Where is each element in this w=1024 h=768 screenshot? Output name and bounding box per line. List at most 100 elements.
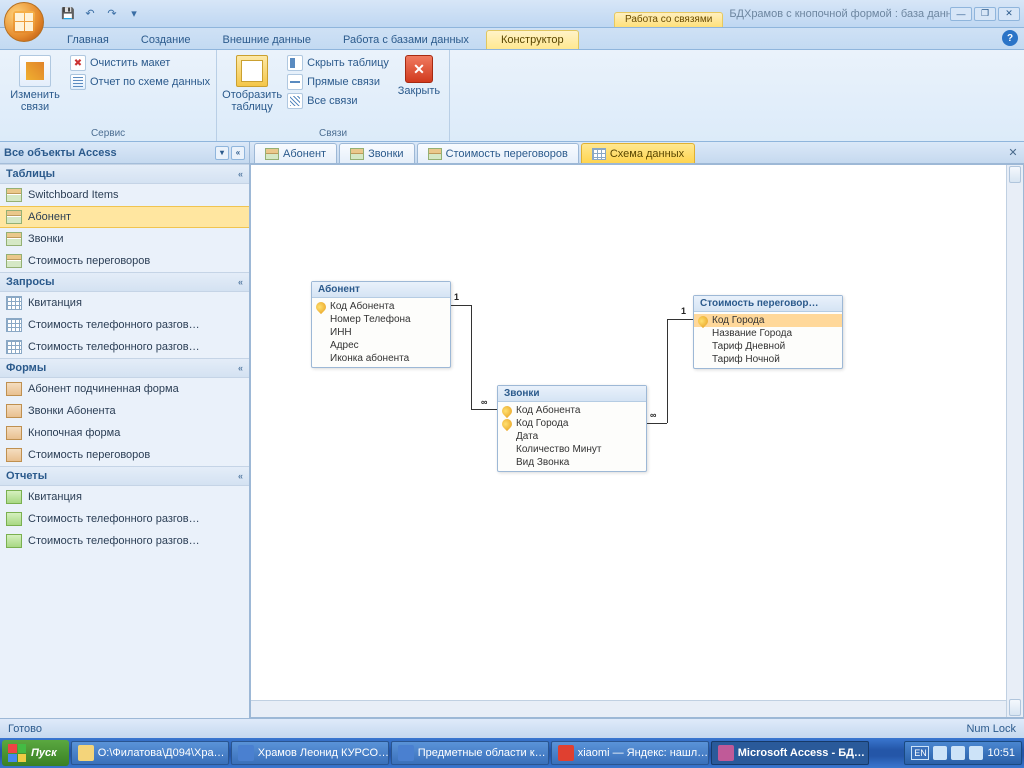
table-field[interactable]: Адрес [312,339,450,352]
document-tabs: Абонент ЗвонкиСтоимость переговоровСхема … [250,142,1024,164]
qat-more-icon[interactable]: ▾ [124,4,144,24]
taskbar-button[interactable]: xiaomi — Яндекс: нашл… [551,741,709,765]
table-field[interactable]: Номер Телефона [312,313,450,326]
queries-icon [6,318,22,332]
taskbar-label: Храмов Леонид КУРСО… [258,747,389,759]
table-box-abonent[interactable]: Абонент Код АбонентаНомер ТелефонаИННАдр… [311,281,451,368]
redo-icon[interactable]: ↷ [102,4,122,24]
system-tray[interactable]: EN 10:51 [904,741,1022,765]
nav-item[interactable]: Стоимость телефонного разгов… [0,530,249,552]
doc-tab[interactable]: Абонент [254,143,337,163]
restore-button[interactable]: ❐ [974,7,996,21]
direct-links-button[interactable]: Прямые связи [287,74,389,90]
edit-relationships-button[interactable]: Изменить связи [6,53,64,115]
nav-group-tables[interactable]: Таблицы« [0,164,249,184]
nav-item[interactable]: Стоимость переговоров [0,250,249,272]
doc-tab[interactable]: Схема данных [581,143,695,163]
ribbon: Изменить связи Очистить макет Отчет по с… [0,50,1024,142]
nav-item[interactable]: Стоимость телефонного разгов… [0,508,249,530]
nav-item[interactable]: Кнопочная форма [0,422,249,444]
tray-icon[interactable] [969,746,983,760]
reports-icon [6,490,22,504]
all-links-button[interactable]: Все связи [287,93,389,109]
table-title: Звонки [498,386,646,402]
nav-item-label: Стоимость переговоров [28,255,150,267]
table-box-calls[interactable]: Звонки Код АбонентаКод ГородаДатаКоличес… [497,385,647,472]
doc-tab[interactable]: Стоимость переговоров [417,143,579,163]
nav-item[interactable]: Switchboard Items [0,184,249,206]
table-field[interactable]: Код Абонента [498,404,646,417]
nav-dropdown-icon[interactable]: ▾ [215,146,229,160]
table-field[interactable]: Код Абонента [312,300,450,313]
tab-external[interactable]: Внешние данные [208,30,326,49]
relation-label-one: 1 [681,306,686,316]
nav-item[interactable]: Стоимость телефонного разгов… [0,314,249,336]
close-button[interactable]: ✕ [998,7,1020,21]
nav-item[interactable]: Квитанция [0,292,249,314]
relation-line [647,423,667,424]
table-field[interactable]: ИНН [312,326,450,339]
minimize-button[interactable]: — [950,7,972,21]
scrollbar-vertical[interactable] [1006,165,1023,717]
tray-icon[interactable] [933,746,947,760]
status-bar: Готово Num Lock [0,718,1024,738]
help-icon[interactable]: ? [1002,30,1018,46]
direct-links-label: Прямые связи [307,76,380,88]
table-field[interactable]: Дата [498,430,646,443]
relationships-canvas[interactable]: Абонент Код АбонентаНомер ТелефонаИННАдр… [250,164,1024,718]
nav-group-forms[interactable]: Формы« [0,358,249,378]
taskbar-button[interactable]: Microsoft Access - БД… [711,741,869,765]
save-icon[interactable]: 💾 [58,4,78,24]
nav-item[interactable]: Абонент подчиненная форма [0,378,249,400]
taskbar-button[interactable]: O:\Филатова\Д094\Хра… [71,741,229,765]
relationship-report-button[interactable]: Отчет по схеме данных [70,74,210,90]
relation-line [471,409,497,410]
tab-home[interactable]: Главная [52,30,124,49]
tray-icon[interactable] [951,746,965,760]
close-relations-button[interactable]: ✕ Закрыть [395,53,443,99]
table-field[interactable]: Количество Минут [498,443,646,456]
table-field[interactable]: Иконка абонента [312,352,450,365]
show-table-label: Отобразить таблицу [222,89,282,113]
table-field[interactable]: Код Города [498,417,646,430]
doc-tab-label: Абонент [283,148,326,160]
nav-item[interactable]: Стоимость переговоров [0,444,249,466]
clear-label: Очистить макет [90,57,170,69]
nav-collapse-icon[interactable]: « [231,146,245,160]
nav-item[interactable]: Стоимость телефонного разгов… [0,336,249,358]
nav-header[interactable]: Все объекты Access ▾« [0,142,249,164]
undo-icon[interactable]: ↶ [80,4,100,24]
table-box-cost[interactable]: Стоимость переговор… Код ГородаНазвание … [693,295,843,369]
queries-icon [6,340,22,354]
tab-dbtools[interactable]: Работа с базами данных [328,30,484,49]
office-button[interactable] [4,2,44,42]
table-field[interactable]: Тариф Ночной [694,353,842,366]
doc-tab[interactable]: Звонки [339,143,415,163]
scrollbar-horizontal[interactable] [251,700,1006,717]
tab-create[interactable]: Создание [126,30,206,49]
clear-layout-button[interactable]: Очистить макет [70,55,210,71]
doc-close-icon[interactable]: ✕ [1006,145,1020,159]
forms-icon [6,426,22,440]
edit-relationships-label: Изменить связи [10,89,60,113]
taskbar-button[interactable]: Предметные области к… [391,741,549,765]
lang-indicator[interactable]: EN [911,746,929,760]
nav-item[interactable]: Абонент [0,206,249,228]
table-field[interactable]: Код Города [694,314,842,327]
nav-item[interactable]: Квитанция [0,486,249,508]
tab-design[interactable]: Конструктор [486,30,579,49]
nav-item[interactable]: Звонки [0,228,249,250]
table-field[interactable]: Название Города [694,327,842,340]
show-table-button[interactable]: Отобразить таблицу [223,53,281,115]
taskbar-app-icon [718,745,734,761]
start-button[interactable]: Пуск [2,740,69,766]
nav-item[interactable]: Звонки Абонента [0,400,249,422]
nav-group-queries[interactable]: Запросы« [0,272,249,292]
hide-table-button[interactable]: Скрыть таблицу [287,55,389,71]
nav-group-reports[interactable]: Отчеты« [0,466,249,486]
nav-scroll[interactable]: Таблицы«Switchboard ItemsАбонентЗвонки Ст… [0,164,249,718]
table-field[interactable]: Вид Звонка [498,456,646,469]
table-field[interactable]: Тариф Дневной [694,340,842,353]
reports-icon [6,534,22,548]
taskbar-button[interactable]: Храмов Леонид КУРСО… [231,741,389,765]
